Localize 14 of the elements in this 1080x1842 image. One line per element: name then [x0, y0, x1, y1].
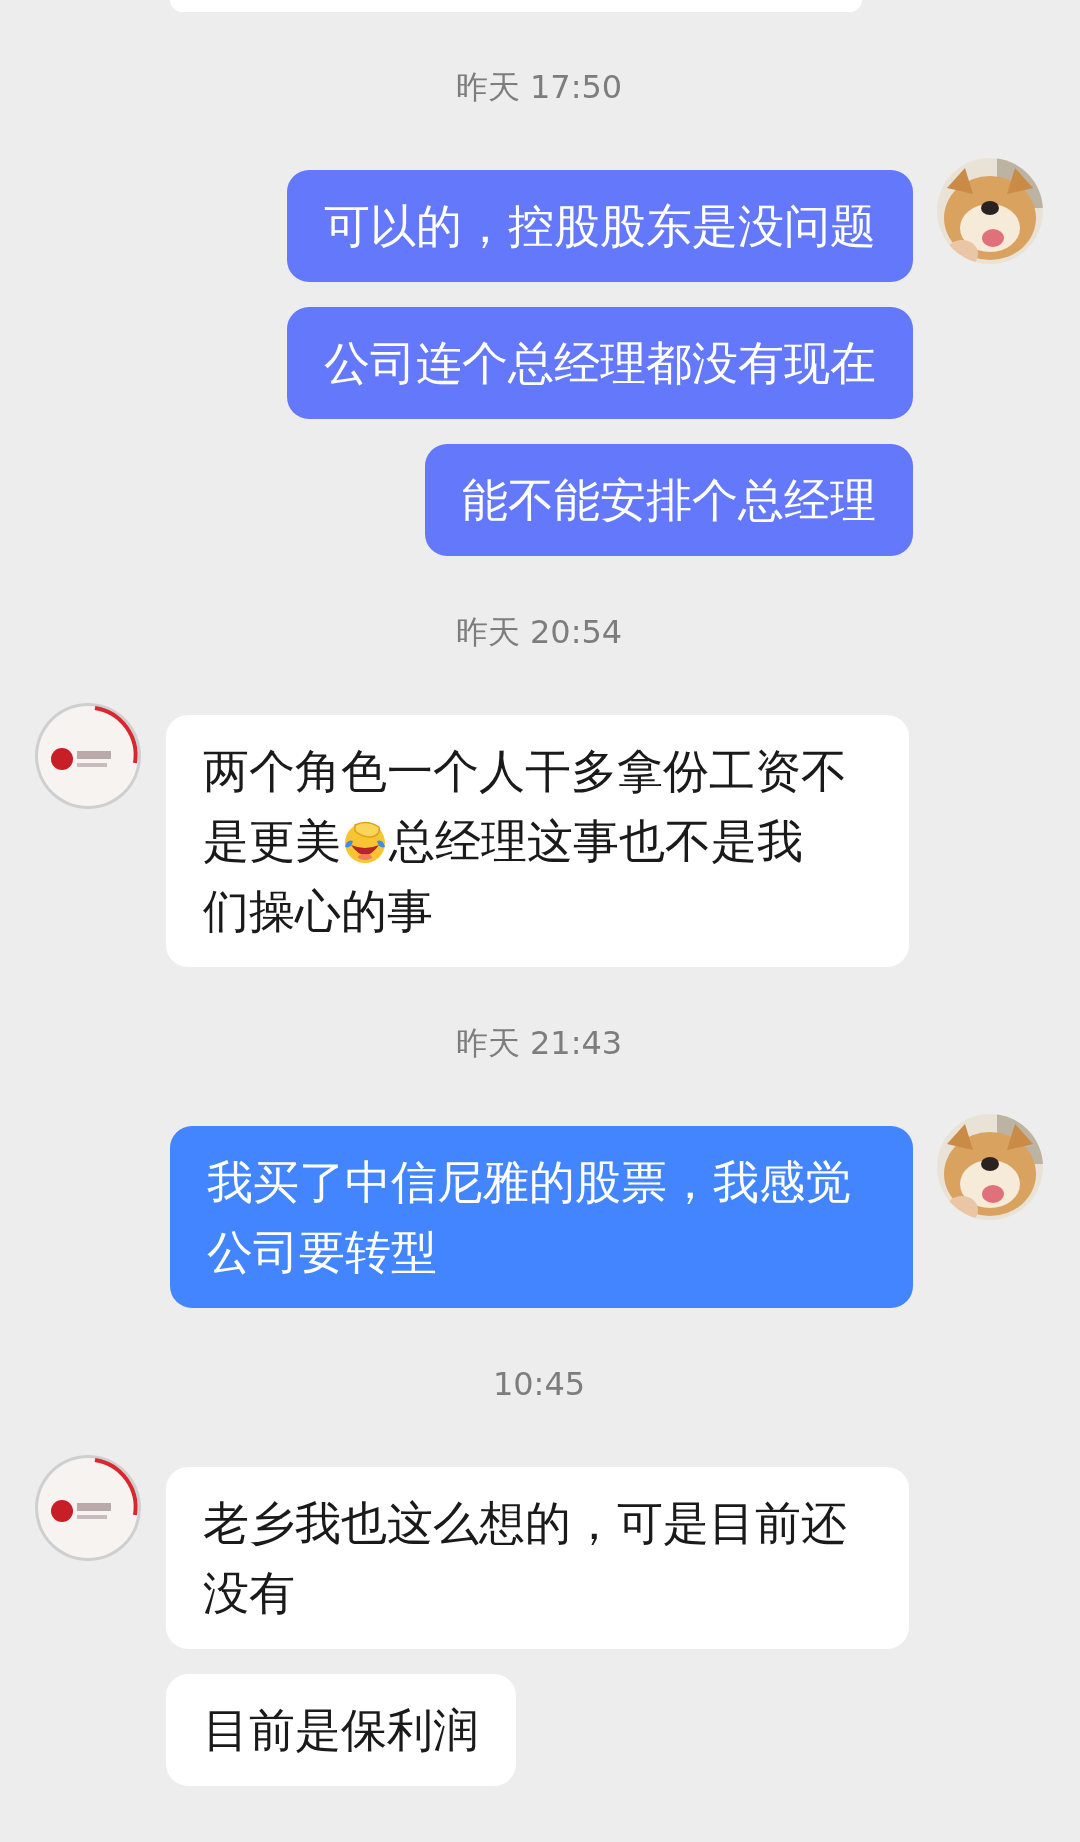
- message-text: 能不能安排个总经理: [462, 473, 876, 527]
- timestamp: 昨天 20:54: [455, 612, 623, 653]
- timestamp: 昨天 17:50: [455, 67, 623, 108]
- message-text: 公司连个总经理都没有现在: [324, 336, 876, 390]
- message-text: 我买了中信尼雅的股票，我感觉公司要转型: [207, 1155, 851, 1279]
- message-text: 是更美: [203, 814, 341, 868]
- message-text: 目前是保利润: [203, 1703, 479, 1757]
- message-text: 总经理这事也不是我: [389, 814, 803, 868]
- message-text: 可以的，控股股东是没问题: [324, 199, 876, 253]
- message-text: 老乡我也这么想的，可是目前还没有: [203, 1496, 847, 1620]
- timestamp: 10:45: [492, 1364, 586, 1405]
- timestamp: 昨天 21:43: [455, 1023, 623, 1064]
- message-text: 们操心的事: [203, 884, 433, 938]
- message-text: 两个角色一个人干多拿份工资不: [203, 744, 847, 798]
